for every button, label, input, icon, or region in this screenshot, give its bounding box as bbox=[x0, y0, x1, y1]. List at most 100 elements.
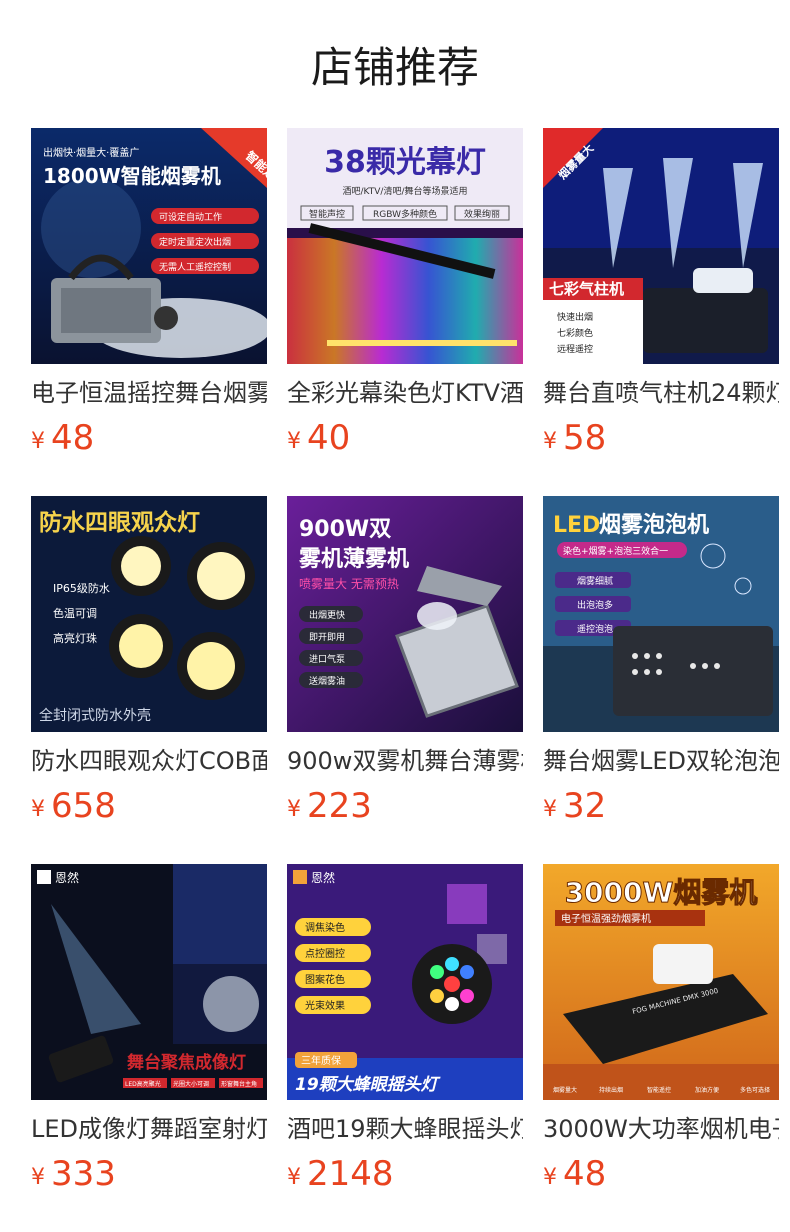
product-image[interactable]: LED 烟雾泡泡机 染色+烟雾+泡泡三效合一 烟雾细腻 出泡泡多 遥控泡泡 bbox=[543, 496, 779, 732]
currency-symbol: ¥ bbox=[287, 797, 301, 822]
feature-2: 出泡泡多 bbox=[577, 599, 613, 611]
image-headline: 烟雾泡泡机 bbox=[599, 512, 709, 538]
product-price: ¥32 bbox=[543, 784, 606, 828]
image-headline: 防水四眼观众灯 bbox=[39, 509, 200, 536]
image-headline: 3000W烟雾机 bbox=[565, 876, 758, 909]
product-grid: 智能定时 出烟快·烟量大·覆盖广 1800W智能烟雾机 可设定自动工作 定时定量… bbox=[31, 128, 779, 1232]
feature-2: 持续出烟 bbox=[599, 1086, 623, 1094]
bee-eye-moving-head-image: 恩然 调焦染色 点控圈控 图案花色 光束效果 三年质保 19颗大蜂眼摇头灯 bbox=[287, 864, 523, 1100]
tag-2: 光圈大小可调 bbox=[173, 1080, 209, 1088]
brand-label: 恩然 bbox=[311, 870, 335, 885]
product-image[interactable]: 烟雾量大 七彩气柱机 快速出烟 七彩颜色 远程遥控 bbox=[543, 128, 779, 364]
product-name[interactable]: 舞台烟雾LED双轮泡泡机 bbox=[543, 744, 779, 778]
currency-symbol: ¥ bbox=[31, 1165, 45, 1190]
product-card[interactable]: LED 烟雾泡泡机 染色+烟雾+泡泡三效合一 烟雾细腻 出泡泡多 遥控泡泡 舞台… bbox=[543, 496, 779, 864]
product-price: ¥40 bbox=[287, 416, 350, 460]
price-value: 2148 bbox=[307, 1154, 394, 1194]
feature-3: 图案花色 bbox=[305, 973, 345, 986]
column-fog-machine-image: 烟雾量大 七彩气柱机 快速出烟 七彩颜色 远程遥控 bbox=[543, 128, 779, 364]
product-card[interactable]: 恩然 调焦染色 点控圈控 图案花色 光束效果 三年质保 19颗大蜂眼摇头灯 酒吧… bbox=[287, 864, 523, 1232]
product-price: ¥2148 bbox=[287, 1152, 394, 1196]
product-name[interactable]: 酒吧19颗大蜂眼摇头灯 bbox=[287, 1112, 523, 1146]
feature-2: 七彩颜色 bbox=[557, 327, 593, 339]
price-value: 32 bbox=[563, 786, 607, 826]
feature-3: 远程遥控 bbox=[557, 343, 593, 355]
price-value: 58 bbox=[563, 418, 607, 458]
product-image[interactable]: 3000W烟雾机 电子恒温强劲烟雾机 FOG MACHINE DMX 3000 … bbox=[543, 864, 779, 1100]
feature-3: 智能遥控 bbox=[647, 1086, 671, 1094]
feature-1: 可设定自动工作 bbox=[159, 211, 222, 223]
product-name[interactable]: LED成像灯舞蹈室射灯 bbox=[31, 1112, 267, 1146]
product-price: ¥223 bbox=[287, 784, 372, 828]
feature-list: 可设定自动工作 定时定量定次出烟 无需人工遥控控制 bbox=[151, 208, 259, 274]
feature-2: 即开即用 bbox=[309, 632, 345, 643]
warranty-badge: 三年质保 bbox=[301, 1054, 341, 1067]
feature-3: 进口气泵 bbox=[309, 653, 345, 665]
image-headline-line2: 雾机薄雾机 bbox=[299, 547, 409, 572]
product-card[interactable]: 烟雾量大 七彩气柱机 快速出烟 七彩颜色 远程遥控 舞台直喷气柱机24颗灯 ¥5… bbox=[543, 128, 779, 496]
image-headline: 19颗大蜂眼摇头灯 bbox=[295, 1075, 441, 1095]
currency-symbol: ¥ bbox=[287, 1165, 301, 1190]
product-price: ¥48 bbox=[31, 416, 94, 460]
product-name[interactable]: 全彩光幕染色灯KTV酒吧 bbox=[287, 376, 523, 410]
feature-4: 光束效果 bbox=[305, 999, 345, 1012]
currency-symbol: ¥ bbox=[543, 1165, 557, 1190]
image-subtitle: 酒吧/KTV/清吧/舞台等场景适用 bbox=[343, 185, 468, 197]
bubble-machine-image: LED 烟雾泡泡机 染色+烟雾+泡泡三效合一 烟雾细腻 出泡泡多 遥控泡泡 bbox=[543, 496, 779, 732]
feature-3: 无需人工遥控控制 bbox=[159, 261, 231, 273]
product-name[interactable]: 900w双雾机舞台薄雾机 bbox=[287, 744, 523, 778]
tag-3: 效果绚丽 bbox=[464, 208, 500, 220]
dual-haze-machine-image: 900W双 雾机薄雾机 喷雾量大 无需预热 出烟更快 即开即用 进口气泵 送烟雾… bbox=[287, 496, 523, 732]
product-card[interactable]: 3000W烟雾机 电子恒温强劲烟雾机 FOG MACHINE DMX 3000 … bbox=[543, 864, 779, 1232]
product-name[interactable]: 3000W大功率烟机电子恒温 bbox=[543, 1112, 779, 1146]
3000w-fog-machine-image: 3000W烟雾机 电子恒温强劲烟雾机 FOG MACHINE DMX 3000 … bbox=[543, 864, 779, 1100]
product-name[interactable]: 电子恒温摇控舞台烟雾机 bbox=[31, 376, 267, 410]
product-image[interactable]: 38颗光幕灯 酒吧/KTV/清吧/舞台等场景适用 智能声控 RGBW多种颜色 效… bbox=[287, 128, 523, 364]
product-name[interactable]: 防水四眼观众灯COB面光 bbox=[31, 744, 267, 778]
image-headline: 舞台聚焦成像灯 bbox=[127, 1052, 246, 1073]
price-value: 48 bbox=[51, 418, 95, 458]
tag-2: RGBW多种颜色 bbox=[373, 208, 437, 220]
product-price: ¥58 bbox=[543, 416, 606, 460]
product-card[interactable]: 智能定时 出烟快·烟量大·覆盖广 1800W智能烟雾机 可设定自动工作 定时定量… bbox=[31, 128, 267, 496]
product-price: ¥658 bbox=[31, 784, 116, 828]
page-title: 店铺推荐 bbox=[310, 43, 479, 92]
feature-1: 烟雾细腻 bbox=[577, 575, 613, 587]
product-name[interactable]: 舞台直喷气柱机24颗灯 bbox=[543, 376, 779, 410]
image-headline-prefix: LED bbox=[553, 513, 600, 538]
tag-1: 智能声控 bbox=[309, 208, 345, 220]
brand-label: 恩然 bbox=[55, 870, 79, 885]
fog-machine-image: 智能定时 出烟快·烟量大·覆盖广 1800W智能烟雾机 可设定自动工作 定时定量… bbox=[31, 128, 267, 364]
image-subtitle: 电子恒温强劲烟雾机 bbox=[561, 912, 651, 925]
price-value: 40 bbox=[307, 418, 351, 458]
feature-1: 调焦染色 bbox=[305, 921, 345, 934]
gobo-projector-image: 恩然 舞台聚焦成像灯 LED高亮聚光 光圈大小可调 形窗舞台主角 bbox=[31, 864, 267, 1100]
product-price: ¥333 bbox=[31, 1152, 116, 1196]
feature-5: 多色可选择 bbox=[740, 1086, 770, 1094]
feature-3: 高亮灯珠 bbox=[53, 631, 97, 645]
image-subtitle: 喷雾量大 无需预热 bbox=[299, 577, 399, 591]
feature-2: 定时定量定次出烟 bbox=[159, 236, 231, 248]
product-image[interactable]: 恩然 舞台聚焦成像灯 LED高亮聚光 光圈大小可调 形窗舞台主角 bbox=[31, 864, 267, 1100]
product-card[interactable]: 防水四眼观众灯 IP65级防水 色温可调 高亮灯珠 全封闭式防水外壳 防水四眼观… bbox=[31, 496, 267, 864]
product-image[interactable]: 智能定时 出烟快·烟量大·覆盖广 1800W智能烟雾机 可设定自动工作 定时定量… bbox=[31, 128, 267, 364]
feature-1: IP65级防水 bbox=[53, 581, 110, 595]
tag-3: 形窗舞台主角 bbox=[221, 1080, 257, 1088]
feature-1: 快速出烟 bbox=[557, 311, 593, 323]
tag-1: LED高亮聚光 bbox=[125, 1080, 161, 1088]
image-subtitle: 出烟快·烟量大·覆盖广 bbox=[43, 146, 139, 159]
product-card[interactable]: 38颗光幕灯 酒吧/KTV/清吧/舞台等场景适用 智能声控 RGBW多种颜色 效… bbox=[287, 128, 523, 496]
image-headline: 38颗光幕灯 bbox=[324, 145, 486, 180]
product-image[interactable]: 900W双 雾机薄雾机 喷雾量大 无需预热 出烟更快 即开即用 进口气泵 送烟雾… bbox=[287, 496, 523, 732]
feature-1: 出烟更快 bbox=[309, 609, 345, 621]
product-image[interactable]: 防水四眼观众灯 IP65级防水 色温可调 高亮灯珠 全封闭式防水外壳 bbox=[31, 496, 267, 732]
image-headline-line1: 900W双 bbox=[299, 517, 391, 542]
currency-symbol: ¥ bbox=[543, 797, 557, 822]
price-value: 48 bbox=[563, 1154, 607, 1194]
feature-2: 点控圈控 bbox=[305, 947, 345, 960]
price-value: 658 bbox=[51, 786, 116, 826]
price-value: 333 bbox=[51, 1154, 116, 1194]
product-card[interactable]: 900W双 雾机薄雾机 喷雾量大 无需预热 出烟更快 即开即用 进口气泵 送烟雾… bbox=[287, 496, 523, 864]
product-image[interactable]: 恩然 调焦染色 点控圈控 图案花色 光束效果 三年质保 19颗大蜂眼摇头灯 bbox=[287, 864, 523, 1100]
product-card[interactable]: 恩然 舞台聚焦成像灯 LED高亮聚光 光圈大小可调 形窗舞台主角 LED成像灯舞… bbox=[31, 864, 267, 1232]
